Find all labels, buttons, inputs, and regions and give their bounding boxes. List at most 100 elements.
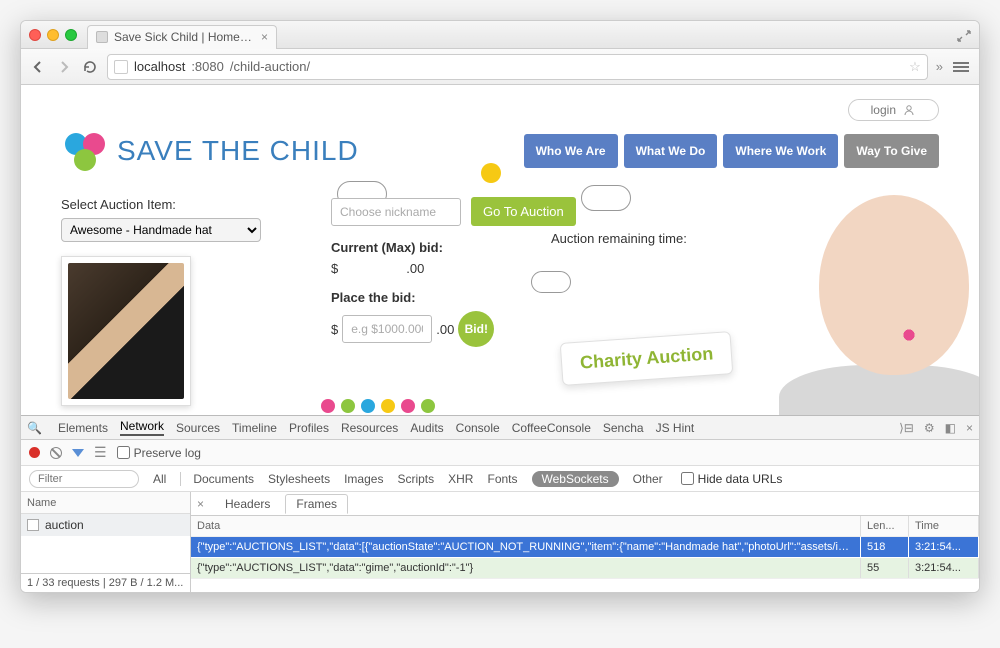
url-path: /child-auction/: [230, 59, 310, 74]
window-close-icon[interactable]: [29, 29, 41, 41]
item-photo: [68, 263, 184, 399]
subtab-frames[interactable]: Frames: [285, 494, 348, 514]
overflow-icon[interactable]: »: [936, 59, 943, 74]
frame-time: 3:21:54...: [909, 537, 979, 558]
dock-icon[interactable]: ◧: [945, 421, 956, 435]
preserve-log-checkbox[interactable]: [117, 446, 130, 459]
hide-data-urls-toggle[interactable]: Hide data URLs: [681, 472, 783, 486]
page-content: login SAVE THE CHILD Who We Are What We …: [21, 85, 979, 415]
login-label: login: [871, 103, 896, 117]
filter-fonts[interactable]: Fonts: [487, 472, 517, 486]
frames-header-length[interactable]: Len...: [861, 516, 909, 537]
butterfly-doodle-icon: [899, 325, 919, 345]
preserve-log-toggle[interactable]: Preserve log: [117, 446, 201, 460]
traffic-lights: [29, 29, 77, 41]
devtools-tab-coffeeconsole[interactable]: CoffeeConsole: [512, 421, 591, 435]
filter-documents[interactable]: Documents: [180, 472, 254, 486]
filter-icon[interactable]: [72, 449, 84, 457]
bookmark-star-icon[interactable]: ☆: [909, 59, 921, 75]
devtools-tab-timeline[interactable]: Timeline: [232, 421, 277, 435]
nav-way-to-give[interactable]: Way To Give: [844, 134, 939, 168]
frame-time: 3:21:54...: [909, 558, 979, 579]
devtools-tab-console[interactable]: Console: [456, 421, 500, 435]
filter-images[interactable]: Images: [344, 472, 383, 486]
devtools: 🔍 Elements Network Sources Timeline Prof…: [21, 415, 979, 592]
detail-subtabs: × Headers Frames: [191, 492, 979, 516]
request-summary: 1 / 33 requests | 297 B / 1.2 M...: [21, 573, 190, 592]
frames-header-time[interactable]: Time: [909, 516, 979, 537]
auction-item-select[interactable]: Awesome - Handmade hat: [61, 218, 261, 242]
bid-amount-input[interactable]: [342, 315, 432, 343]
currency-suffix: .00: [406, 261, 424, 276]
back-button[interactable]: [29, 58, 47, 76]
filter-stylesheets[interactable]: Stylesheets: [268, 472, 330, 486]
view-toggle-icon[interactable]: ☰: [94, 444, 107, 461]
request-name: auction: [45, 518, 84, 532]
browser-tab[interactable]: Save Sick Child | Home Pa… ×: [87, 25, 277, 49]
nav-what-we-do[interactable]: What We Do: [624, 134, 718, 168]
login-icon: [902, 105, 916, 115]
tab-title: Save Sick Child | Home Pa…: [114, 30, 255, 44]
nickname-input[interactable]: [331, 198, 461, 226]
devtools-tab-resources[interactable]: Resources: [341, 421, 398, 435]
request-row[interactable]: auction: [21, 514, 190, 536]
preserve-log-label: Preserve log: [134, 446, 201, 460]
devtools-tab-network[interactable]: Network: [120, 419, 164, 436]
forward-button[interactable]: [55, 58, 73, 76]
subtab-headers[interactable]: Headers: [214, 494, 281, 514]
network-filters: All Documents Stylesheets Images Scripts…: [21, 466, 979, 492]
network-toolbar: ☰ Preserve log: [21, 440, 979, 466]
frame-data: {"type":"AUCTIONS_LIST","data":[{"auctio…: [191, 537, 861, 558]
currency-suffix: .00: [436, 322, 454, 337]
nav-where-we-work[interactable]: Where We Work: [723, 134, 838, 168]
window-zoom-icon[interactable]: [65, 29, 77, 41]
drawer-toggle-icon[interactable]: ⟩⊟: [899, 421, 914, 435]
filter-websockets[interactable]: WebSockets: [532, 471, 619, 487]
hide-data-urls-checkbox[interactable]: [681, 472, 694, 485]
filter-xhr[interactable]: XHR: [448, 472, 473, 486]
menu-icon[interactable]: [951, 60, 971, 74]
record-icon[interactable]: [29, 447, 40, 458]
go-to-auction-button[interactable]: Go To Auction: [471, 197, 576, 226]
item-photo-frame: [61, 256, 191, 406]
frame-row[interactable]: {"type":"AUCTIONS_LIST","data":[{"auctio…: [191, 537, 979, 558]
request-icon: [27, 519, 39, 531]
window-minimize-icon[interactable]: [47, 29, 59, 41]
filter-other[interactable]: Other: [633, 472, 663, 486]
devtools-tab-sources[interactable]: Sources: [176, 421, 220, 435]
logo[interactable]: SAVE THE CHILD: [61, 127, 359, 175]
hide-data-urls-label: Hide data URLs: [698, 472, 783, 486]
main-nav: Who We Are What We Do Where We Work Way …: [524, 134, 939, 168]
request-list: Name auction 1 / 33 requests | 297 B / 1…: [21, 492, 191, 592]
settings-gear-icon[interactable]: ⚙: [924, 421, 935, 435]
devtools-tabs: 🔍 Elements Network Sources Timeline Prof…: [21, 416, 979, 440]
search-icon[interactable]: 🔍: [27, 421, 42, 435]
devtools-tab-sencha[interactable]: Sencha: [603, 421, 644, 435]
url-port: :8080: [191, 59, 224, 74]
devtools-tab-jshint[interactable]: JS Hint: [656, 421, 695, 435]
devtools-tab-elements[interactable]: Elements: [58, 421, 108, 435]
frame-length: 518: [861, 537, 909, 558]
clear-icon[interactable]: [50, 447, 62, 459]
nav-who-we-are[interactable]: Who We Are: [524, 134, 618, 168]
devtools-tab-profiles[interactable]: Profiles: [289, 421, 329, 435]
bid-button[interactable]: Bid!: [458, 311, 494, 347]
page-icon: [114, 60, 128, 74]
devtools-close-icon[interactable]: ×: [966, 421, 973, 435]
sun-doodle-icon: [471, 153, 511, 193]
network-body: Name auction 1 / 33 requests | 297 B / 1…: [21, 492, 979, 592]
reload-button[interactable]: [81, 58, 99, 76]
frames-header-data[interactable]: Data: [191, 516, 861, 537]
tab-close-icon[interactable]: ×: [261, 30, 268, 44]
address-bar[interactable]: localhost:8080/child-auction/ ☆: [107, 54, 928, 80]
filter-input[interactable]: [29, 470, 139, 488]
logo-mark-icon: [61, 127, 109, 175]
detail-close-icon[interactable]: ×: [197, 497, 204, 511]
frames-table: Data Len... Time {"type":"AUCTIONS_LIST"…: [191, 516, 979, 579]
filter-scripts[interactable]: Scripts: [397, 472, 434, 486]
filter-all[interactable]: All: [153, 472, 166, 486]
expand-icon[interactable]: [957, 29, 971, 41]
login-button[interactable]: login: [848, 99, 939, 121]
frame-row[interactable]: {"type":"AUCTIONS_LIST","data":"gime","a…: [191, 558, 979, 579]
devtools-tab-audits[interactable]: Audits: [410, 421, 443, 435]
